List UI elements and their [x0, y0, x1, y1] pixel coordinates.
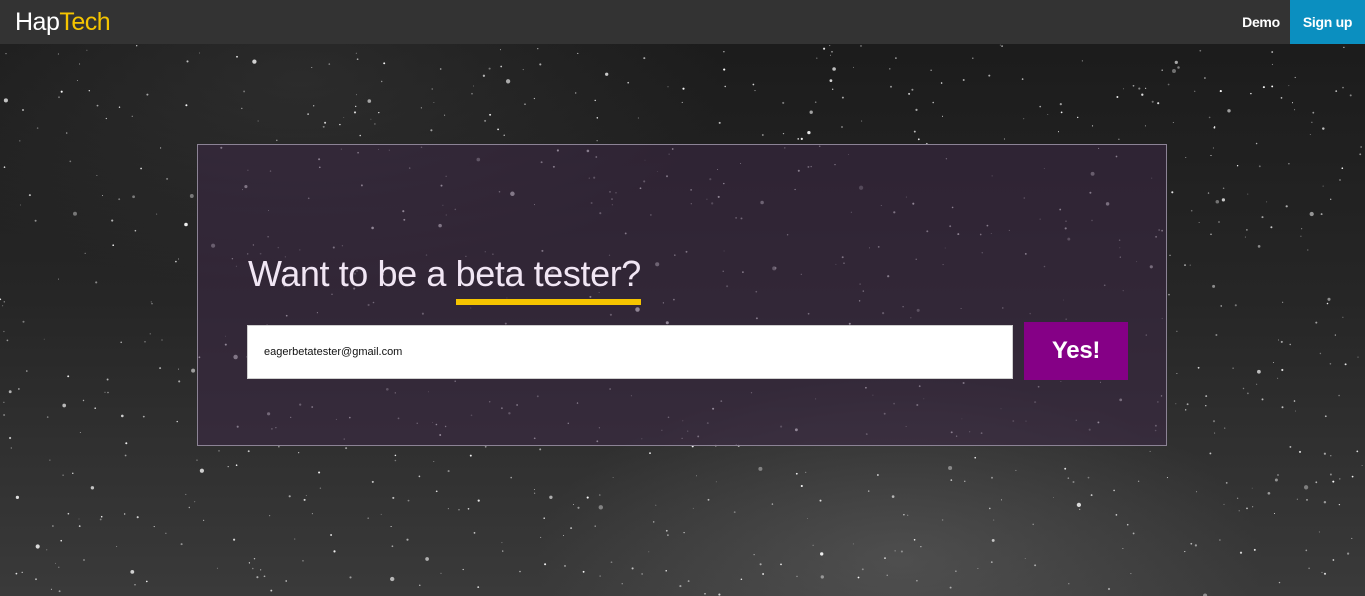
brand-logo[interactable]: HapTech [15, 8, 111, 36]
beta-signup-panel: Want to be a beta tester? Yes! [197, 144, 1167, 446]
top-navbar: HapTech Demo Sign up [0, 0, 1365, 44]
signup-headline: Want to be a beta tester? [248, 253, 641, 305]
brand-name-part1: Hap [15, 8, 60, 36]
nav-signup-button[interactable]: Sign up [1290, 0, 1365, 44]
headline-highlight: beta tester? [455, 253, 641, 305]
submit-yes-button[interactable]: Yes! [1024, 322, 1128, 380]
nav-demo-link[interactable]: Demo [1232, 0, 1290, 44]
headline-prefix: Want to be a [248, 253, 456, 294]
brand-name-part2: Tech [59, 8, 111, 36]
email-input[interactable] [247, 325, 1013, 379]
